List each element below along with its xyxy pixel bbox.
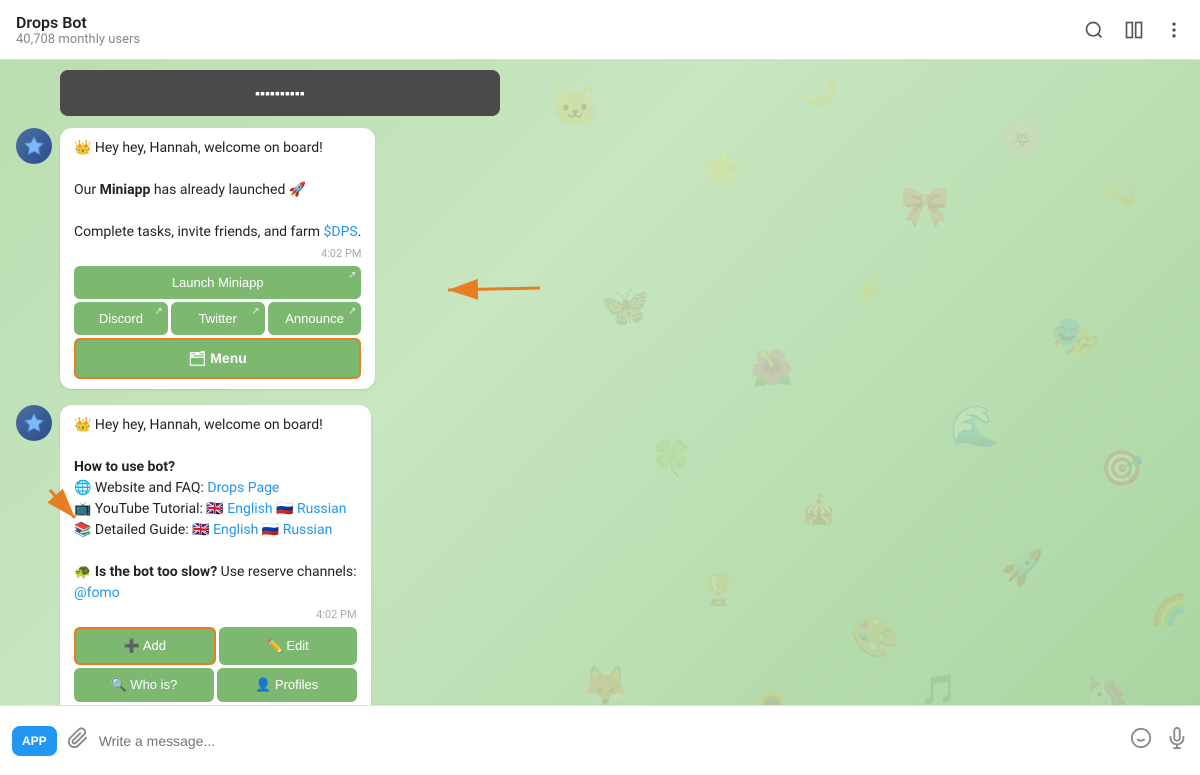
attach-icon[interactable]: [67, 727, 89, 755]
emoji-icon[interactable]: [1130, 727, 1152, 755]
edit-button[interactable]: ✏️ Edit: [219, 627, 357, 665]
msg1-btn-row-2: Discord ↗ Twitter ↗ Announce ↗: [74, 302, 361, 335]
youtube-english-link[interactable]: English: [227, 501, 272, 517]
announce-button[interactable]: Announce ↗: [268, 302, 362, 335]
message-bubble-2: 👑 Hey hey, Hannah, welcome on board! How…: [60, 405, 371, 705]
msg1-miniapp: Miniapp: [100, 182, 151, 198]
fomo-link[interactable]: @fomo: [74, 585, 120, 601]
announce-external-icon: ↗: [348, 306, 356, 317]
columns-icon[interactable]: [1124, 20, 1144, 40]
message-bubble-1: 👑 Hey hey, Hannah, welcome on board! Our…: [60, 128, 375, 389]
profiles-button[interactable]: 👤 Profiles: [217, 668, 357, 702]
more-menu-icon[interactable]: [1164, 20, 1184, 40]
msg2-time: 4:02 PM: [74, 608, 357, 621]
chat-area: ▪▪▪▪▪▪▪▪▪▪ 👑 Hey hey, Hannah, welcome on…: [0, 60, 1200, 705]
discord-button[interactable]: Discord ↗: [74, 302, 168, 335]
message-row-2: 👑 Hey hey, Hannah, welcome on board! How…: [0, 401, 1200, 705]
guide-russian-link[interactable]: Russian: [283, 522, 333, 538]
header-title-section: Drops Bot 40,708 monthly users: [16, 13, 1084, 47]
msg1-dps-link[interactable]: $DPS: [324, 224, 358, 240]
message-input[interactable]: [99, 733, 1120, 749]
app-button[interactable]: APP: [12, 726, 57, 756]
msg2-buttons: ➕ Add ✏️ Edit 🔍 Who is? 👤 Profiles: [74, 627, 357, 705]
msg1-buttons: Launch Miniapp ↗ Discord ↗ Twitter ↗: [74, 266, 361, 379]
msg2-btn-row-2: 🔍 Who is? 👤 Profiles: [74, 668, 357, 702]
input-icons: [1130, 727, 1188, 755]
guide-english-link[interactable]: English: [213, 522, 258, 538]
add-button[interactable]: ➕ Add: [74, 627, 216, 665]
msg1-icon: 👑: [74, 140, 91, 156]
drops-page-link[interactable]: Drops Page: [207, 480, 279, 496]
bot-subtitle: 40,708 monthly users: [16, 32, 1084, 47]
message-row-1: 👑 Hey hey, Hannah, welcome on board! Our…: [0, 124, 1200, 393]
msg2-slow: Is the bot too slow?: [95, 564, 217, 580]
msg2-icon: 👑: [74, 417, 91, 433]
youtube-russian-link[interactable]: Russian: [297, 501, 347, 517]
header: Drops Bot 40,708 monthly users: [0, 0, 1200, 60]
msg1-btn-row-3: 🗂 Menu: [74, 338, 361, 379]
header-icons: [1084, 20, 1184, 40]
msg2-how-to: How to use bot?: [74, 459, 175, 475]
msg1-time: 4:02 PM: [74, 247, 361, 260]
external-link-icon: ↗: [348, 270, 356, 281]
search-icon[interactable]: [1084, 20, 1104, 40]
discord-external-icon: ↗: [154, 306, 162, 317]
voice-icon[interactable]: [1166, 727, 1188, 755]
input-area: APP: [0, 705, 1200, 775]
msg2-btn-row-1: ➕ Add ✏️ Edit: [74, 627, 357, 665]
twitter-button[interactable]: Twitter ↗: [171, 302, 265, 335]
twitter-external-icon: ↗: [251, 306, 259, 317]
avatar-1: [16, 128, 52, 164]
who-is-button[interactable]: 🔍 Who is?: [74, 668, 214, 702]
top-partial-button[interactable]: ▪▪▪▪▪▪▪▪▪▪: [255, 85, 305, 102]
menu-button[interactable]: 🗂 Menu: [74, 338, 361, 379]
bot-name: Drops Bot: [16, 13, 1084, 32]
msg1-btn-row-1: Launch Miniapp ↗: [74, 266, 361, 299]
message-text-1: 👑 Hey hey, Hannah, welcome on board! Our…: [74, 138, 361, 243]
launch-miniapp-button[interactable]: Launch Miniapp ↗: [74, 266, 361, 299]
avatar-2: [16, 405, 52, 441]
message-text-2: 👑 Hey hey, Hannah, welcome on board! How…: [74, 415, 357, 604]
